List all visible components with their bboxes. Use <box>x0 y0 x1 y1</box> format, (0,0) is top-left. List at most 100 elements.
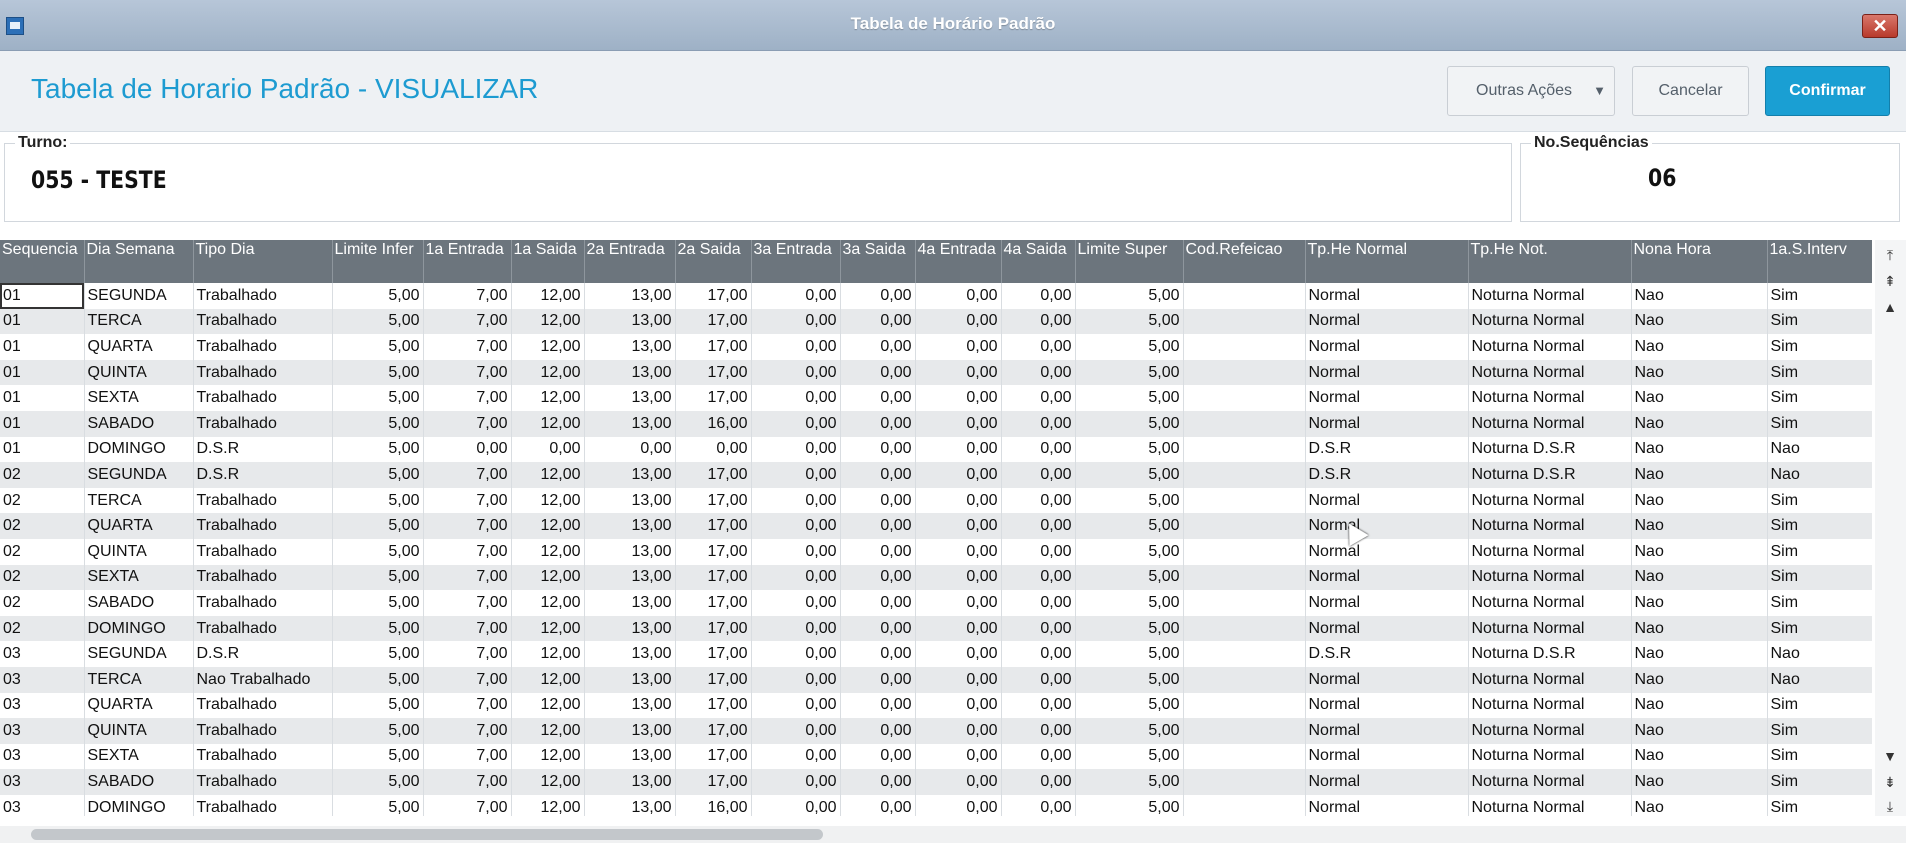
table-cell[interactable]: Noturna D.S.R <box>1468 436 1632 463</box>
table-cell[interactable]: Trabalhado <box>193 334 333 360</box>
table-cell[interactable]: 7,00 <box>423 283 512 309</box>
table-cell[interactable]: 7,00 <box>423 564 512 591</box>
table-cell[interactable]: Nao <box>1631 410 1768 437</box>
table-cell[interactable]: 0,00 <box>751 462 841 488</box>
table-cell[interactable]: SEXTA <box>84 564 194 591</box>
table-row[interactable]: 02 QUINTA Trabalhado 5,00 7,00 12,00 13,00 17,0… <box>0 538 1872 565</box>
table-cell[interactable] <box>1183 334 1306 360</box>
table-cell[interactable]: 5,00 <box>1075 436 1184 463</box>
table-cell[interactable]: Noturna Normal <box>1468 564 1632 591</box>
table-cell[interactable]: 5,00 <box>1075 564 1184 591</box>
table-cell[interactable]: 13,00 <box>584 615 676 642</box>
table-cell[interactable] <box>1183 513 1306 539</box>
cancel-button[interactable]: Cancelar <box>1632 66 1749 116</box>
table-cell[interactable]: 01 <box>0 308 85 335</box>
table-row[interactable]: 01 SEXTA Trabalhado 5,00 7,00 12,00 13,00 17,00… <box>0 385 1872 411</box>
table-cell[interactable]: 0,00 <box>751 615 841 642</box>
table-cell[interactable]: SEGUNDA <box>84 283 194 309</box>
table-cell[interactable]: 0,00 <box>1001 692 1076 719</box>
table-cell[interactable]: 0,00 <box>915 513 1002 539</box>
table-cell[interactable]: 13,00 <box>584 513 676 539</box>
table-cell[interactable]: 13,00 <box>584 283 676 309</box>
table-cell[interactable]: Trabalhado <box>193 769 333 795</box>
table-cell[interactable]: Trabalhado <box>193 743 333 770</box>
table-cell[interactable]: 12,00 <box>511 334 585 360</box>
table-row[interactable]: 03 QUARTA Trabalhado 5,00 7,00 12,00 13,00 17,0… <box>0 692 1872 719</box>
table-cell[interactable]: 0,00 <box>751 359 841 386</box>
table-cell[interactable]: 0,00 <box>840 794 916 816</box>
table-cell[interactable]: 17,00 <box>675 308 752 335</box>
table-row[interactable]: 02 SABADO Trabalhado 5,00 7,00 12,00 13,00 17,0… <box>0 590 1872 616</box>
table-cell[interactable]: 5,00 <box>1075 385 1184 411</box>
table-cell[interactable]: 0,00 <box>840 769 916 795</box>
table-cell[interactable]: Sim <box>1767 487 1872 514</box>
table-cell[interactable]: 01 <box>0 334 85 360</box>
column-header[interactable]: 4a Entrada <box>915 240 1002 283</box>
table-cell[interactable]: 17,00 <box>675 590 752 616</box>
table-cell[interactable]: 17,00 <box>675 513 752 539</box>
column-header[interactable]: 3a Saida <box>840 240 916 283</box>
table-cell[interactable]: 7,00 <box>423 334 512 360</box>
table-cell[interactable]: Trabalhado <box>193 718 333 744</box>
table-cell[interactable]: Trabalhado <box>193 487 333 514</box>
table-cell[interactable]: 5,00 <box>1075 462 1184 488</box>
table-cell[interactable]: Noturna Normal <box>1468 794 1632 816</box>
table-cell[interactable]: Sim <box>1767 743 1872 770</box>
table-cell[interactable]: 0,00 <box>840 743 916 770</box>
table-cell[interactable]: 0,00 <box>915 641 1002 667</box>
table-cell[interactable]: 7,00 <box>423 538 512 565</box>
table-cell[interactable]: 0,00 <box>751 283 841 309</box>
table-cell[interactable]: 13,00 <box>584 487 676 514</box>
table-cell[interactable] <box>1183 769 1306 795</box>
table-cell[interactable]: D.S.R <box>1305 436 1469 463</box>
table-cell[interactable]: 17,00 <box>675 334 752 360</box>
table-cell[interactable]: 17,00 <box>675 538 752 565</box>
table-cell[interactable]: 12,00 <box>511 410 585 437</box>
table-cell[interactable]: 0,00 <box>915 487 1002 514</box>
table-cell[interactable]: SABADO <box>84 769 194 795</box>
table-cell[interactable]: 0,00 <box>915 410 1002 437</box>
table-cell[interactable]: 5,00 <box>1075 692 1184 719</box>
table-cell[interactable]: 0,00 <box>751 538 841 565</box>
table-cell[interactable]: 02 <box>0 590 85 616</box>
table-cell[interactable]: QUINTA <box>84 359 194 386</box>
column-header[interactable]: Limite Super <box>1075 240 1184 283</box>
table-cell[interactable]: 7,00 <box>423 692 512 719</box>
table-cell[interactable]: TERCA <box>84 487 194 514</box>
table-cell[interactable] <box>1183 794 1306 816</box>
table-cell[interactable]: 17,00 <box>675 462 752 488</box>
table-cell[interactable]: QUINTA <box>84 538 194 565</box>
table-cell[interactable]: 0,00 <box>840 692 916 719</box>
table-cell[interactable]: Sim <box>1767 794 1872 816</box>
table-cell[interactable]: 0,00 <box>840 487 916 514</box>
table-cell[interactable]: 0,00 <box>1001 462 1076 488</box>
table-cell[interactable]: 0,00 <box>1001 410 1076 437</box>
table-cell[interactable]: TERCA <box>84 308 194 335</box>
table-cell[interactable]: 17,00 <box>675 385 752 411</box>
table-cell[interactable]: DOMINGO <box>84 436 194 463</box>
table-cell[interactable]: 5,00 <box>1075 538 1184 565</box>
table-cell[interactable]: 0,00 <box>1001 564 1076 591</box>
table-cell[interactable]: Normal <box>1305 615 1469 642</box>
table-cell[interactable]: 0,00 <box>751 487 841 514</box>
table-cell[interactable]: Nao <box>1631 794 1768 816</box>
table-cell[interactable]: D.S.R <box>1305 641 1469 667</box>
table-cell[interactable]: 0,00 <box>1001 538 1076 565</box>
table-cell[interactable]: Normal <box>1305 334 1469 360</box>
table-cell[interactable]: 5,00 <box>332 385 424 411</box>
table-row[interactable]: 02 TERCA Trabalhado 5,00 7,00 12,00 13,00 17,00… <box>0 487 1872 514</box>
table-cell[interactable]: 0,00 <box>915 538 1002 565</box>
table-cell[interactable]: 17,00 <box>675 283 752 309</box>
table-cell[interactable]: Trabalhado <box>193 410 333 437</box>
table-row[interactable]: 01 QUINTA Trabalhado 5,00 7,00 12,00 13,00 17,0… <box>0 359 1872 386</box>
table-cell[interactable]: 03 <box>0 794 85 816</box>
table-cell[interactable]: 13,00 <box>584 359 676 386</box>
table-cell[interactable] <box>1183 564 1306 591</box>
table-cell[interactable]: Normal <box>1305 769 1469 795</box>
table-cell[interactable]: 03 <box>0 666 85 693</box>
table-cell[interactable]: 7,00 <box>423 794 512 816</box>
table-cell[interactable]: Sim <box>1767 538 1872 565</box>
table-cell[interactable]: 0,00 <box>751 436 841 463</box>
table-cell[interactable]: 02 <box>0 564 85 591</box>
table-cell[interactable]: Normal <box>1305 564 1469 591</box>
